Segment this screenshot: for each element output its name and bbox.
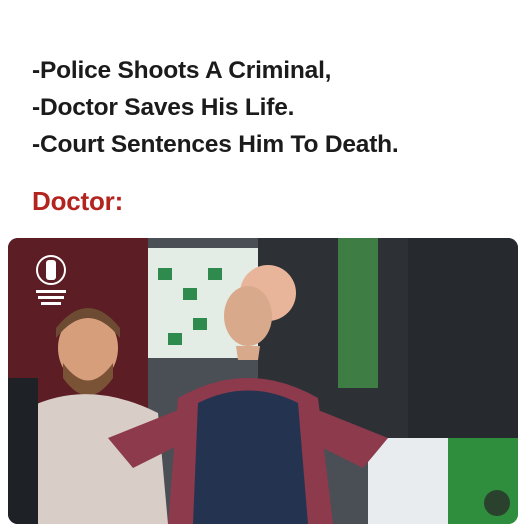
crowd-illustration <box>8 238 518 524</box>
sound-badge-icon[interactable] <box>484 490 510 516</box>
caption-line-2: -Doctor Saves His Life. <box>32 94 295 121</box>
caption: -Police Shoots A Criminal, -Doctor Saves… <box>32 52 512 163</box>
caption-line-3: -Court Sentences Him To Death. <box>32 131 399 158</box>
caption-line-1: -Police Shoots A Criminal, <box>32 57 332 84</box>
doctor-label: Doctor: <box>32 186 124 216</box>
meme-photo <box>8 238 518 524</box>
